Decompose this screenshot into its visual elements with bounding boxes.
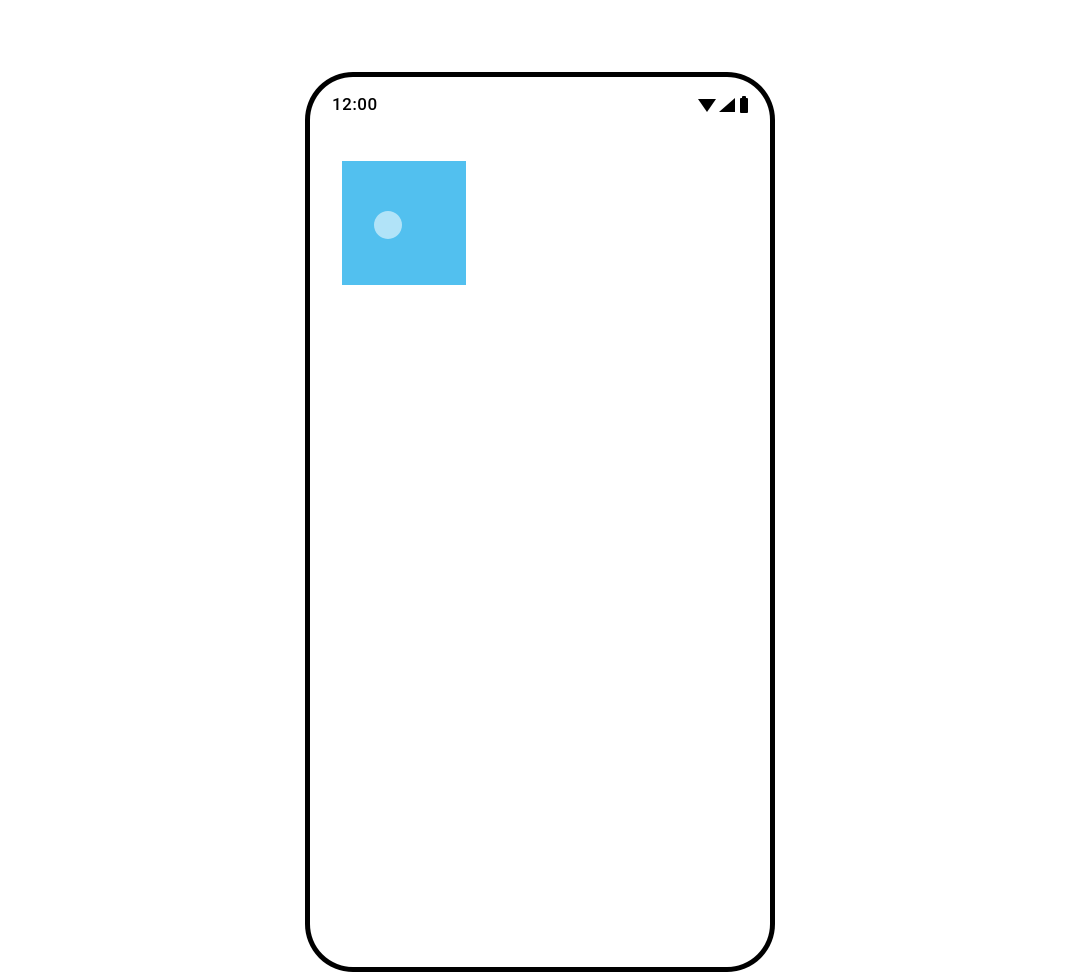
status-time: 12:00 (332, 95, 378, 115)
phone-frame: 12:00 (305, 72, 775, 972)
battery-icon (740, 98, 748, 113)
signal-icon (719, 98, 735, 112)
status-icons (698, 98, 748, 113)
draggable-square[interactable] (342, 161, 466, 285)
content-area (310, 119, 770, 285)
wifi-icon (698, 99, 716, 112)
status-bar: 12:00 (310, 77, 770, 119)
touch-ripple-indicator (374, 211, 402, 239)
